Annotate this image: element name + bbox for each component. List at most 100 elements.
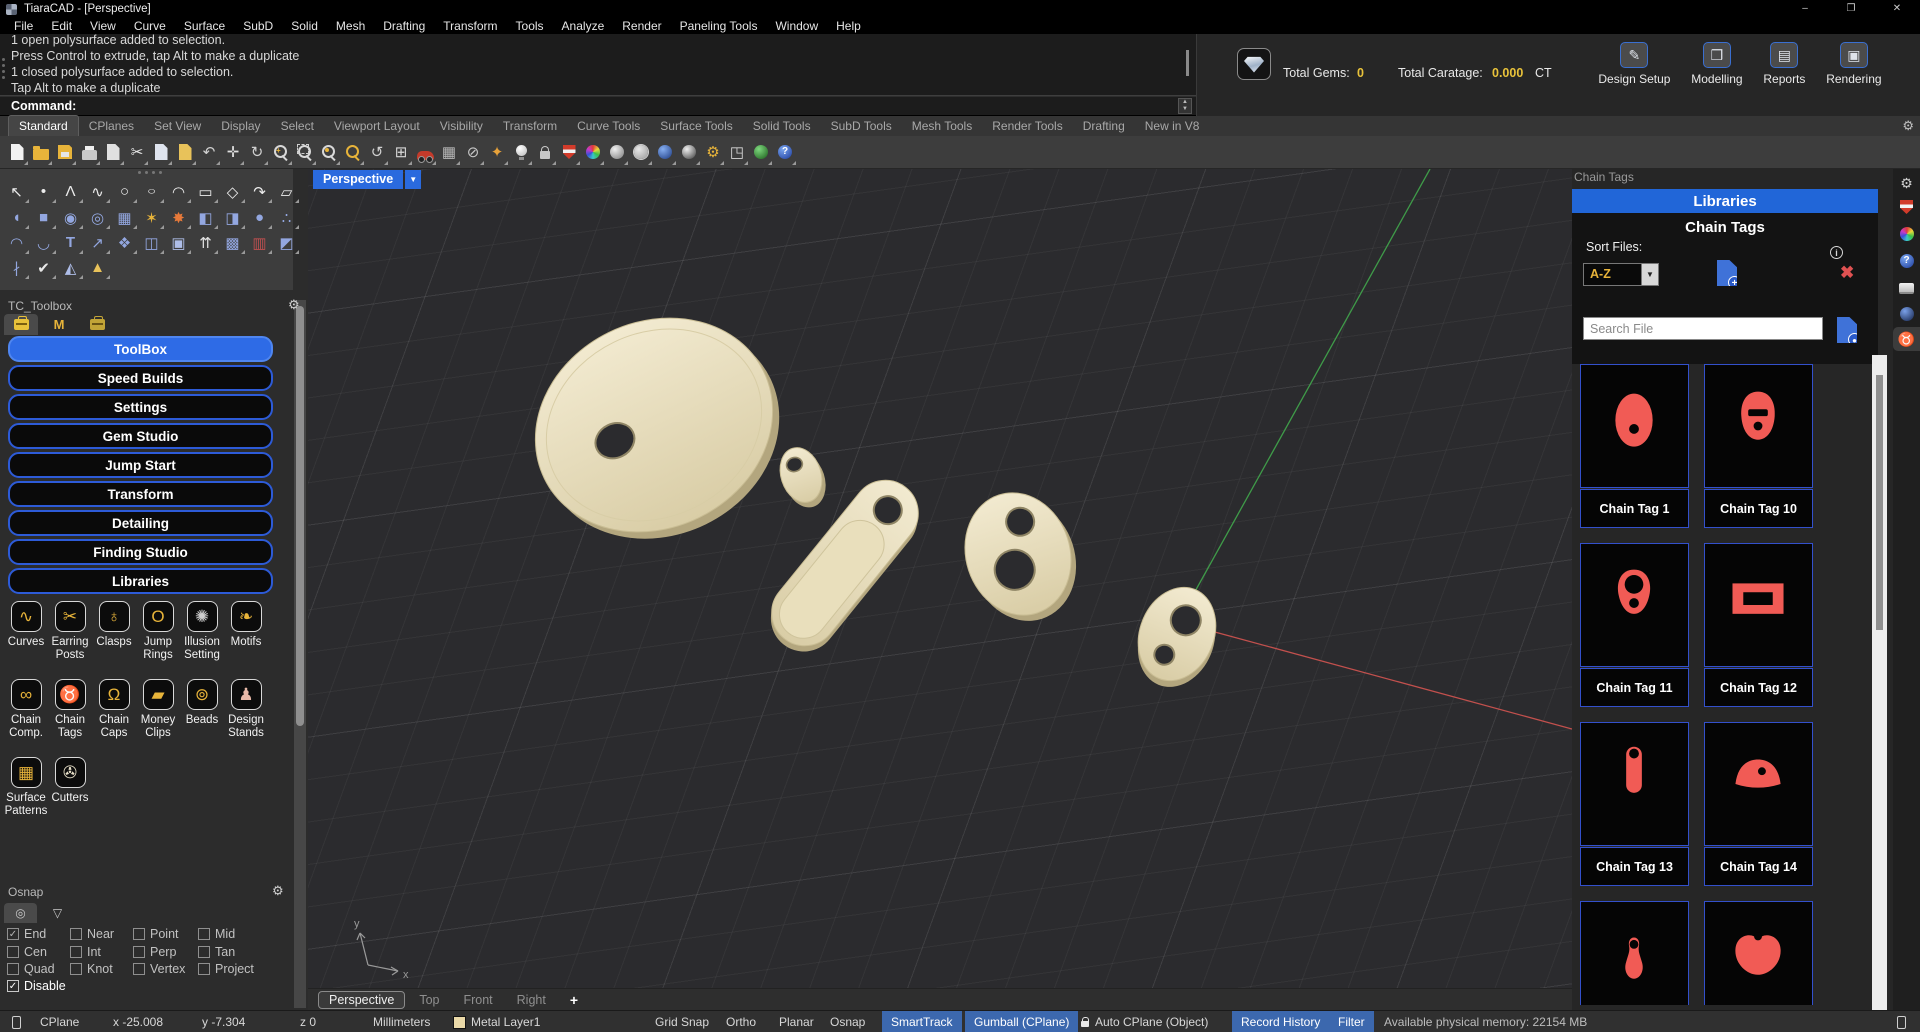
status-left-pane-icon[interactable] — [12, 1011, 21, 1032]
text-tool-icon[interactable]: T — [57, 230, 84, 255]
library-item-clasps[interactable]: ♁Clasps — [92, 601, 136, 679]
osnap-option-vertex[interactable]: Vertex — [133, 962, 185, 976]
strip-shield-icon[interactable] — [1893, 195, 1920, 219]
rendered-display-icon[interactable] — [653, 139, 677, 166]
library-item-chain-tags[interactable]: ♉Chain Tags — [48, 679, 92, 757]
toolbox-gear-icon[interactable]: ⚙ — [288, 297, 300, 313]
chain-tag-thumbnail[interactable] — [1704, 901, 1813, 1005]
circle-tool-icon[interactable]: ○ — [111, 179, 138, 204]
rendering-button[interactable]: ▣Rendering — [1826, 42, 1881, 116]
library-item-surface-patterns[interactable]: ▦Surface Patterns — [4, 757, 48, 835]
viewport-tab-perspective[interactable]: Perspective — [318, 991, 405, 1009]
command-spinner[interactable]: ▲▼ — [1178, 98, 1192, 114]
array-tool-icon[interactable]: ▩ — [219, 230, 246, 255]
menu-transform[interactable]: Transform — [434, 19, 506, 34]
status-osnap[interactable]: Osnap — [830, 1011, 865, 1032]
viewport-tab-front[interactable]: Front — [453, 992, 502, 1008]
reports-button[interactable]: ▤Reports — [1763, 42, 1805, 116]
console-scrollbar[interactable] — [1186, 50, 1189, 76]
osnap-tab-snaps[interactable]: ◎ — [4, 903, 37, 923]
osnap-checkbox-mid[interactable] — [198, 928, 210, 940]
left-panel-scrollbar[interactable] — [294, 300, 306, 1008]
cards-scrollbar-thumb[interactable] — [1876, 375, 1883, 630]
menu-render[interactable]: Render — [613, 19, 670, 34]
toolbox-tab-case2[interactable] — [80, 314, 114, 335]
osnap-checkbox-cen[interactable] — [7, 946, 19, 958]
viewport-tab-right[interactable]: Right — [507, 992, 556, 1008]
chain-tag-card-chain-tag-10[interactable]: Chain Tag 10 — [1704, 364, 1813, 528]
minimize-button[interactable]: – — [1782, 0, 1828, 18]
info-icon[interactable]: i — [1830, 246, 1843, 259]
cage-edit-tool-icon[interactable]: ▣ — [165, 230, 192, 255]
chain-tag-card-chain-tag-1[interactable]: Chain Tag 1 — [1580, 364, 1689, 528]
ribbon-tab-new-in-v8[interactable]: New in V8 — [1135, 116, 1210, 136]
library-item-design-stands[interactable]: ♟Design Stands — [224, 679, 268, 757]
osnap-checkbox-end[interactable]: ✓ — [7, 928, 19, 940]
status-y-7-304[interactable]: y -7.304 — [202, 1011, 245, 1032]
osnap-checkbox-perp[interactable] — [133, 946, 145, 958]
ribbon-tab-surface-tools[interactable]: Surface Tools — [650, 116, 743, 136]
settings-gear-icon[interactable]: ⚙ — [701, 139, 725, 166]
rectangle-tool-icon[interactable]: ▭ — [192, 179, 219, 204]
mirror-tool-icon[interactable]: ◫ — [138, 230, 165, 255]
library-item-chain-caps[interactable]: ΩChain Caps — [92, 679, 136, 757]
trim-tool-icon[interactable]: ◧ — [192, 205, 219, 230]
menu-mesh[interactable]: Mesh — [327, 19, 374, 34]
toolbox-button-jump-start[interactable]: Jump Start — [8, 452, 273, 478]
point-tool-icon[interactable]: • — [30, 179, 57, 204]
ribbon-tab-render-tools[interactable]: Render Tools — [982, 116, 1073, 136]
torus-tool-icon[interactable]: ◎ — [84, 205, 111, 230]
surface-tool-icon[interactable]: ◖ — [3, 205, 30, 230]
status-metal-layer1[interactable]: Metal Layer1 — [453, 1011, 540, 1032]
search-file-button[interactable]: ● — [1837, 317, 1857, 343]
scale-tool-icon[interactable]: ↗ — [84, 230, 111, 255]
ribbon-tab-display[interactable]: Display — [211, 116, 270, 136]
status-planar[interactable]: Planar — [779, 1011, 814, 1032]
palette-grip[interactable] — [138, 171, 162, 174]
library-item-cutters[interactable]: ✇Cutters — [48, 757, 92, 835]
copy-icon[interactable] — [149, 139, 173, 166]
toolbox-button-settings[interactable]: Settings — [8, 394, 273, 420]
strip-color-wheel-icon[interactable] — [1893, 222, 1920, 246]
osnap-checkbox-vertex[interactable] — [133, 963, 145, 975]
ribbon-tab-standard[interactable]: Standard — [8, 115, 79, 136]
menu-tools[interactable]: Tools — [507, 19, 553, 34]
osnap-option-mid[interactable]: Mid — [198, 927, 235, 941]
menu-surface[interactable]: Surface — [175, 19, 234, 34]
osnap-option-near[interactable]: Near — [70, 927, 114, 941]
chain-tag-thumbnail[interactable] — [1580, 722, 1689, 846]
viewport-tab-top[interactable]: Top — [409, 992, 449, 1008]
status-smarttrack[interactable]: SmartTrack — [882, 1011, 962, 1032]
status-ortho[interactable]: Ortho — [726, 1011, 756, 1032]
blend-tool-icon[interactable]: ◡ — [30, 230, 57, 255]
primitives-tool-icon[interactable]: ◭ — [57, 255, 84, 280]
paste-icon[interactable] — [173, 139, 197, 166]
status-x-25-008[interactable]: x -25.008 — [113, 1011, 163, 1032]
zoom-dynamic-icon[interactable]: + — [269, 139, 293, 166]
library-item-motifs[interactable]: ❧Motifs — [224, 601, 268, 679]
boolean-union-tool-icon[interactable]: ● — [246, 205, 273, 230]
design-setup-button[interactable]: ✎Design Setup — [1598, 42, 1670, 116]
toolbox-button-finding-studio[interactable]: Finding Studio — [8, 539, 273, 565]
library-item-earring-posts[interactable]: ✂Earring Posts — [48, 601, 92, 679]
ghosted-display-icon[interactable] — [629, 139, 653, 166]
circle-tool-icon[interactable]: ⊘ — [461, 139, 485, 166]
add-file-button[interactable]: + — [1717, 260, 1737, 286]
save-icon[interactable] — [53, 139, 77, 166]
lock-objects-icon[interactable] — [533, 139, 557, 166]
strip-chain-tags-tab[interactable]: ♉ — [1893, 327, 1920, 351]
chain-tag-card[interactable] — [1580, 901, 1689, 1005]
chain-tag-card-chain-tag-13[interactable]: Chain Tag 13 — [1580, 722, 1689, 886]
osnap-option-tan[interactable]: Tan — [198, 945, 235, 959]
toolbox-tab-m[interactable]: M — [42, 314, 76, 335]
menu-file[interactable]: File — [5, 19, 42, 34]
dimension-icon[interactable]: ◳ — [725, 139, 749, 166]
sort-dropdown[interactable]: A-Z ▼ — [1583, 263, 1659, 286]
split-tool-icon[interactable]: ◨ — [219, 205, 246, 230]
strip-sphere-icon[interactable] — [1893, 302, 1920, 326]
command-line[interactable]: Command: ▲▼ — [0, 97, 1196, 116]
light-tool-icon[interactable]: ✦ — [485, 139, 509, 166]
osnap-option-disable[interactable]: ✓Disable — [7, 979, 66, 993]
toolbox-button-transform[interactable]: Transform — [8, 481, 273, 507]
status-z-0[interactable]: z 0 — [300, 1011, 316, 1032]
